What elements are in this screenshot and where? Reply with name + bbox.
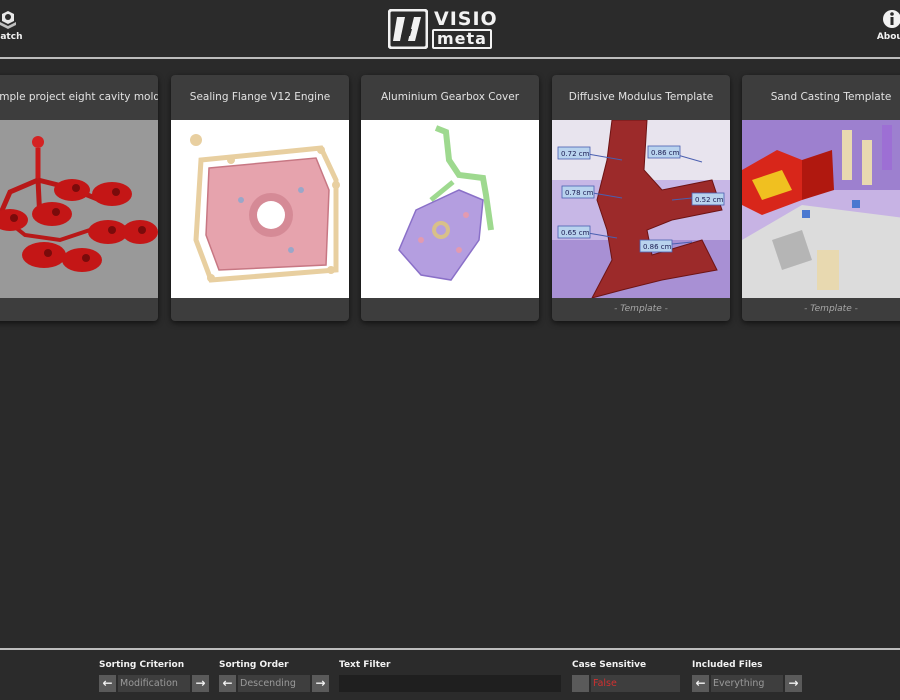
project-card-eight-cavity-mold[interactable]: Example project eight cavity mold xyxy=(0,75,158,321)
project-card-diffusive-modulus[interactable]: Diffusive Modulus Template 0.72 cm 0.86 … xyxy=(552,75,730,321)
about-label: About xyxy=(876,32,900,42)
case-sensitive-checkbox[interactable] xyxy=(572,675,589,692)
header-separator xyxy=(0,57,900,59)
measurement-label: 0.65 cm xyxy=(561,229,590,237)
sorting-criterion-label: Sorting Criterion xyxy=(99,660,185,670)
batch-button[interactable]: Batch xyxy=(0,8,28,42)
card-thumbnail: 0.72 cm 0.86 cm 0.78 cm 0.52 cm 0.65 cm … xyxy=(552,120,730,298)
card-thumbnail xyxy=(742,120,900,298)
card-thumbnail xyxy=(0,120,158,298)
case-sensitive-value: False xyxy=(591,675,680,692)
card-thumbnail xyxy=(171,120,349,298)
measurement-label: 0.52 cm xyxy=(695,196,724,204)
sorting-order-prev-button[interactable]: ← xyxy=(219,675,236,692)
measurement-label: 0.78 cm xyxy=(565,189,594,197)
header-bar: Batch VISIO meta About xyxy=(0,0,900,56)
batch-icon xyxy=(0,11,16,29)
visio-meta-logo: VISIO meta xyxy=(387,8,512,50)
about-button[interactable]: About xyxy=(872,8,900,42)
sorting-order-value: Descending xyxy=(238,675,310,692)
case-sensitive-label: Case Sensitive xyxy=(572,660,647,670)
text-filter-label: Text Filter xyxy=(339,660,391,670)
card-title: Example project eight cavity mold xyxy=(0,91,158,103)
included-files-next-button[interactable]: → xyxy=(785,675,802,692)
included-files-label: Included Files xyxy=(692,660,763,670)
card-footer xyxy=(361,298,539,321)
sorting-criterion-control: Sorting Criterion ← Modification → xyxy=(99,660,209,692)
logo-text-visio: VISIO xyxy=(434,8,498,30)
card-footer xyxy=(171,298,349,321)
sorting-order-control: Sorting Order ← Descending → xyxy=(219,660,329,692)
measurement-label: 0.72 cm xyxy=(561,150,590,158)
sorting-order-label: Sorting Order xyxy=(219,660,289,670)
card-footer: - Template - xyxy=(614,304,668,314)
sorting-criterion-value: Modification xyxy=(118,675,190,692)
card-title: Sand Casting Template xyxy=(770,91,892,103)
text-filter-control: Text Filter xyxy=(339,660,561,692)
included-files-prev-button[interactable]: ← xyxy=(692,675,709,692)
batch-label: Batch xyxy=(0,32,23,42)
sorting-order-next-button[interactable]: → xyxy=(312,675,329,692)
sorting-criterion-next-button[interactable]: → xyxy=(192,675,209,692)
card-footer xyxy=(0,298,158,321)
logo-mark-icon xyxy=(387,8,429,50)
card-title: Sealing Flange V12 Engine xyxy=(189,91,331,103)
card-footer: - Template - xyxy=(804,304,858,314)
card-title: Aluminium Gearbox Cover xyxy=(380,91,520,103)
app-window: Batch VISIO meta About Example project e… xyxy=(0,0,900,700)
logo-text-meta: meta xyxy=(432,29,492,49)
sorting-criterion-prev-button[interactable]: ← xyxy=(99,675,116,692)
card-title: Diffusive Modulus Template xyxy=(568,91,714,103)
measurement-label: 0.86 cm xyxy=(651,149,680,157)
included-files-value: Everything xyxy=(711,675,783,692)
included-files-control: Included Files ← Everything → xyxy=(692,660,802,692)
project-card-gearbox-cover[interactable]: Aluminium Gearbox Cover xyxy=(361,75,539,321)
project-card-sand-casting[interactable]: Sand Casting Template - Template - xyxy=(742,75,900,321)
text-filter-input[interactable] xyxy=(339,675,561,692)
info-icon xyxy=(883,10,900,28)
case-sensitive-control: Case Sensitive False xyxy=(572,660,682,692)
measurement-label: 0.86 cm xyxy=(643,243,672,251)
card-thumbnail xyxy=(361,120,539,298)
project-card-sealing-flange[interactable]: Sealing Flange V12 Engine xyxy=(171,75,349,321)
